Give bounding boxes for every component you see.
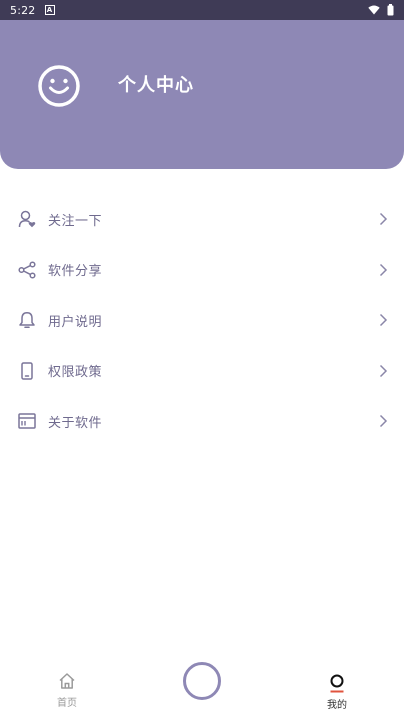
status-bar: 5:22 A (0, 0, 404, 20)
status-right-icons (368, 4, 394, 16)
nav-home-tab[interactable]: 首页 (44, 672, 90, 709)
user-heart-icon (18, 210, 36, 228)
app-window-icon (18, 412, 36, 430)
page-title: 个人中心 (118, 75, 194, 96)
chevron-right-icon (379, 213, 388, 226)
chevron-right-icon (379, 263, 388, 276)
a-notification-icon: A (44, 5, 55, 15)
chevron-right-icon (379, 364, 388, 377)
nav-mine-label: 我的 (327, 700, 347, 711)
menu-item-label: 权限政策 (48, 365, 103, 381)
bottom-nav: 首页 我的 (0, 660, 404, 720)
menu-item-user-guide[interactable]: 用户说明 (0, 295, 404, 346)
center-circle-button[interactable] (183, 662, 221, 700)
settings-menu: 关注一下 软件分享 用户说明 权限政策 关于软件 (0, 194, 404, 447)
menu-item-label: 用户说明 (48, 314, 103, 330)
screen: 5:22 A 个人中心 关注一下 软件分享 用户说明 权限政策 关于软件 首页 … (0, 0, 404, 720)
battery-icon (387, 4, 394, 16)
status-time: 5:22 (10, 3, 36, 17)
menu-item-privacy-policy[interactable]: 权限政策 (0, 346, 404, 397)
share-icon (18, 261, 36, 279)
phone-icon (18, 362, 36, 380)
menu-item-about[interactable]: 关于软件 (0, 396, 404, 447)
menu-item-label: 关于软件 (48, 415, 103, 431)
menu-item-follow[interactable]: 关注一下 (0, 194, 404, 245)
profile-ring-icon (330, 674, 344, 693)
wifi-icon (368, 5, 380, 15)
home-icon (59, 673, 75, 689)
smiley-face-icon[interactable] (37, 64, 81, 108)
menu-item-label: 关注一下 (48, 213, 103, 229)
menu-item-label: 软件分享 (48, 264, 103, 280)
nav-home-label: 首页 (57, 698, 77, 709)
chevron-right-icon (379, 415, 388, 428)
nav-mine-tab[interactable]: 我的 (314, 672, 360, 711)
chevron-right-icon (379, 314, 388, 327)
menu-item-share[interactable]: 软件分享 (0, 245, 404, 296)
profile-header: 个人中心 (0, 20, 404, 169)
bell-icon (18, 311, 36, 329)
